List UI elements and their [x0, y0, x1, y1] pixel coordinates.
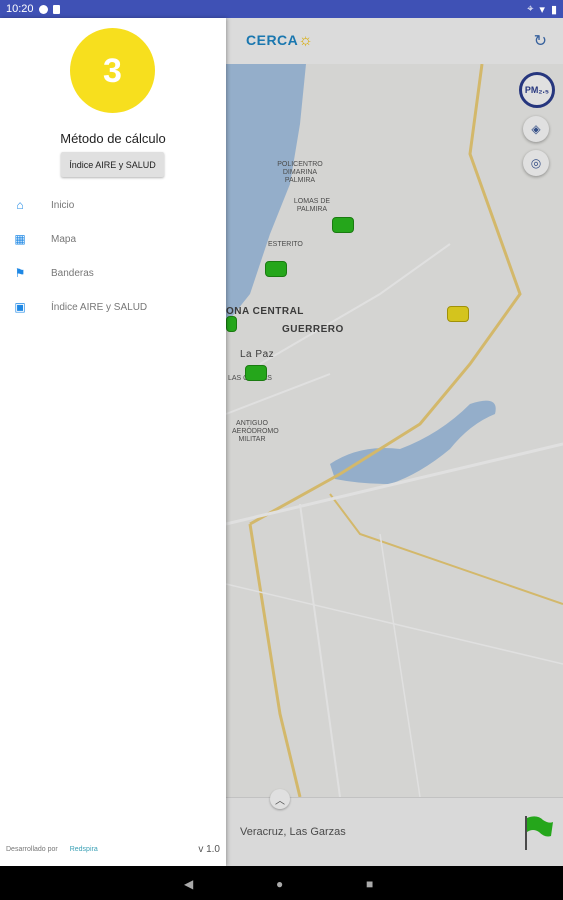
footer-label: Desarrollado por: [6, 846, 58, 853]
drawer-footer: Desarrollado por Redspira: [6, 846, 98, 853]
book-icon: ▣: [14, 300, 26, 314]
nav-item-mapa[interactable]: ▦ Mapa: [0, 222, 226, 256]
back-icon[interactable]: ◀: [184, 877, 193, 891]
redspira-logo[interactable]: Redspira: [70, 846, 98, 853]
drawer-scrim[interactable]: [226, 18, 563, 866]
wifi-icon: ▾: [539, 4, 545, 16]
nav-item-label: Índice AIRE y SALUD: [51, 301, 148, 313]
nav-item-label: Inicio: [51, 199, 75, 211]
method-title: Método de cálculo: [60, 131, 166, 146]
notification-icon: [38, 4, 48, 14]
nav-item-inicio[interactable]: ⌂ Inicio: [0, 188, 226, 222]
status-time: 10:20: [6, 3, 34, 15]
recents-icon[interactable]: ■: [366, 877, 373, 891]
status-bar: 10:20 ⌖ ▾ ▮: [0, 0, 563, 18]
nav-item-indice[interactable]: ▣ Índice AIRE y SALUD: [0, 290, 226, 324]
battery-icon: ▮: [550, 4, 557, 16]
app-version: v 1.0: [198, 844, 220, 855]
navigation-drawer: 3 Método de cálculo Índice AIRE y SALUD …: [0, 18, 226, 866]
location-icon: ⌖: [527, 3, 534, 15]
flag-icon: ⚑: [14, 266, 26, 280]
nav-item-label: Mapa: [51, 233, 77, 245]
home-icon: ⌂: [16, 198, 24, 212]
nav-item-banderas[interactable]: ⚑ Banderas: [0, 256, 226, 290]
system-navigation-bar: ◀ ● ■: [0, 866, 563, 900]
drawer-nav: ⌂ Inicio ▦ Mapa ⚑ Banderas ▣ Índice AIRE…: [0, 188, 226, 324]
method-button[interactable]: Índice AIRE y SALUD: [61, 152, 164, 177]
nav-item-label: Banderas: [51, 267, 94, 279]
map-icon: ▦: [14, 232, 26, 246]
app-logo: 3: [70, 28, 155, 113]
sim-icon: [52, 4, 60, 14]
home-button-icon[interactable]: ●: [276, 877, 283, 891]
app-window: CERCA☼ ↻ POLICENTRO DIMARINA PALMIRA LOM…: [0, 18, 563, 867]
